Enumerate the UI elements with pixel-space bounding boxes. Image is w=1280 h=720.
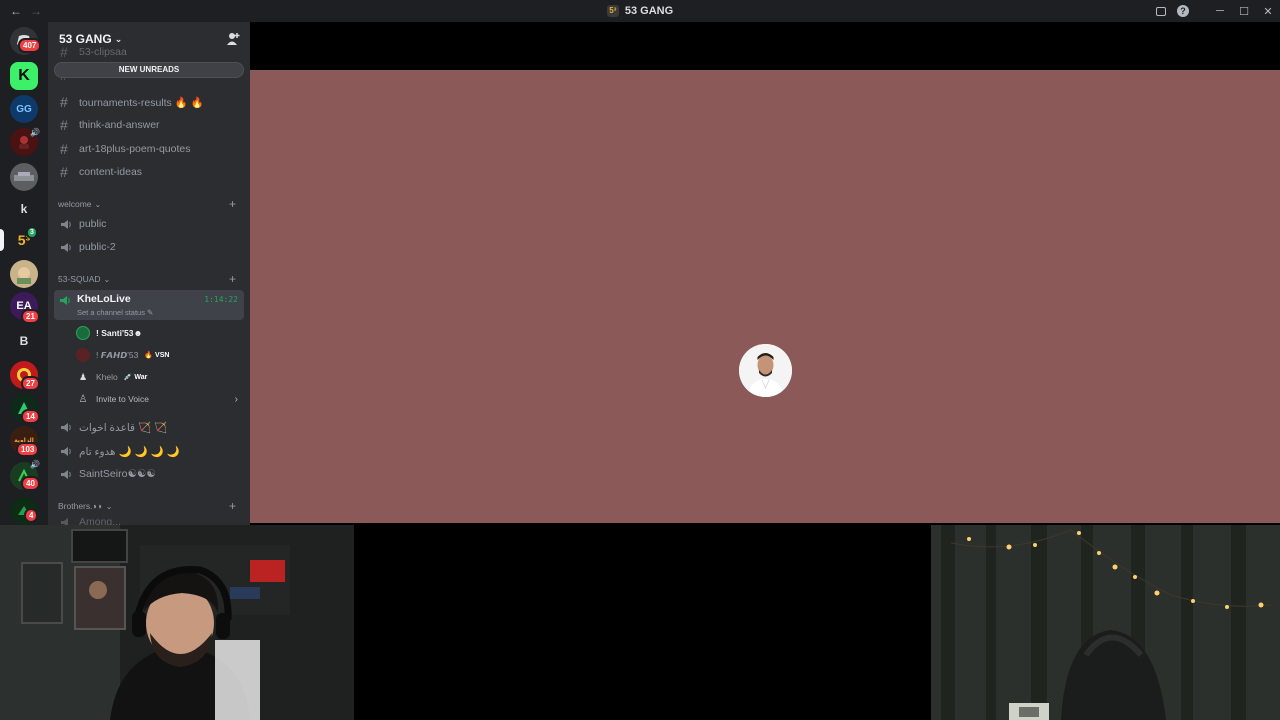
channel-art-quotes[interactable]: # art-18plus-poem-quotes — [54, 138, 244, 160]
voice-channel-arabic-2[interactable]: هدوء تام 🌙 🌙 🌙 🌙 — [54, 440, 244, 462]
server-mini-icon: 5³ — [606, 5, 619, 17]
server-b-icon[interactable]: B — [10, 327, 38, 355]
window-title-text: 53 GANG — [624, 5, 674, 17]
category-welcome[interactable]: welcome ⌄ + — [58, 197, 244, 211]
chevron-right-icon: › — [234, 393, 238, 405]
avatar — [76, 326, 90, 340]
webcam-right — [931, 525, 1280, 720]
server-green-badge: 14 — [21, 409, 40, 424]
server-red-badge: 27 — [21, 376, 40, 391]
avatar: ♟ — [78, 372, 88, 382]
maximize-button[interactable]: ☐ — [1232, 0, 1256, 22]
add-channel-icon[interactable]: + — [229, 272, 236, 286]
user-plus-icon: ♙ — [78, 393, 88, 405]
server-ea-badge: 21 — [21, 309, 40, 324]
voice-channel-faded[interactable]: Among... — [54, 517, 244, 525]
speaker-icon: 🔊 — [30, 128, 40, 137]
voice-channel-saintseiro[interactable]: SaintSeiro☯☯☯ — [54, 463, 244, 485]
title-bar-controls: ? ─ ☐ ✕ — [1150, 0, 1280, 22]
invite-to-voice-button[interactable]: ♙ Invite to Voice › — [76, 390, 238, 408]
close-button[interactable]: ✕ — [1256, 0, 1280, 22]
server-esports-badge: 4 — [24, 508, 39, 523]
participant-avatar[interactable] — [739, 344, 792, 397]
voice-channel-arabic-1[interactable]: قاعدة اخوات 🏹 🏹 — [54, 416, 244, 438]
category-brothers[interactable]: Brothers.◗◗ ⌄ + — [58, 499, 244, 513]
speaker-icon — [60, 242, 76, 253]
app-window: ← → 5³ 53 GANG ? ─ ☐ ✕ 407 K GG 🔊 k 5³ 3… — [0, 0, 1280, 720]
minimize-button[interactable]: ─ — [1208, 0, 1232, 22]
channel-status-setter[interactable]: Set a channel status ✎ — [77, 308, 153, 317]
add-channel-icon[interactable]: + — [229, 499, 236, 513]
speaker-icon: 🔊 — [30, 460, 40, 469]
chevron-down-icon: ⌄ — [105, 501, 113, 511]
channel-tournaments-results[interactable]: # tournaments-results 🔥 🔥 — [54, 91, 244, 113]
channel-sidebar: 53 GANG ⌄ # 53-clipsaa # 53-records☺☺ NE… — [48, 22, 250, 525]
avatar — [76, 348, 90, 362]
new-unreads-banner[interactable]: NEW UNREADS — [54, 62, 244, 78]
server-k-icon[interactable]: K — [10, 62, 38, 90]
channel-think-and-answer[interactable]: # think-and-answer — [54, 114, 244, 136]
channel-content-ideas[interactable]: # content-ideas — [54, 161, 244, 183]
hash-icon: # — [60, 117, 68, 133]
voice-call-stage — [250, 70, 1280, 523]
inbox-icon[interactable] — [1150, 0, 1172, 22]
forward-arrow-icon[interactable]: → — [30, 4, 42, 18]
speaker-muted-icon — [60, 469, 76, 480]
voice-channel-public[interactable]: public — [54, 213, 244, 235]
hash-icon: # — [60, 141, 68, 157]
speaker-icon — [60, 219, 76, 230]
speaker-muted-icon — [60, 446, 76, 457]
voice-member[interactable]: ♟ Khelo 💉 War — [76, 367, 147, 387]
chevron-down-icon: ⌄ — [94, 199, 102, 209]
selected-server-pill — [0, 229, 4, 251]
channel-faded-clips[interactable]: # 53-clipsaa — [54, 44, 244, 60]
back-arrow-icon[interactable]: ← — [10, 4, 22, 18]
server-rail: 407 K GG 🔊 k 5³ 3 EA 21 B 27 14 الزاوية … — [0, 22, 48, 525]
server-zawiya-badge: 103 — [16, 442, 40, 457]
voice-channel-khelolive[interactable]: KheLoLive 1:14:22 Set a channel status ✎ — [54, 290, 244, 320]
webcam-left — [0, 525, 354, 720]
title-bar: ← → 5³ 53 GANG ? ─ ☐ ✕ — [0, 0, 1280, 22]
chevron-down-icon: ⌄ — [103, 274, 111, 284]
voice-member[interactable]: ! 𝙁𝘼𝙃𝘿'53 🔥 VSN — [76, 345, 169, 365]
history-nav: ← → — [10, 4, 42, 18]
speaker-icon — [60, 517, 76, 525]
add-member-icon[interactable] — [226, 32, 240, 46]
hash-icon: # — [60, 164, 68, 180]
window-title: 5³ 53 GANG — [0, 0, 1280, 22]
add-channel-icon[interactable]: + — [229, 197, 236, 211]
mention-badge: 407 — [18, 38, 42, 53]
server-k-lower-icon[interactable]: k — [10, 195, 38, 223]
voice-member[interactable]: ! Santi'53☻ — [76, 323, 142, 343]
server-meme-icon[interactable] — [10, 260, 38, 288]
category-53-squad[interactable]: 53-SQUAD ⌄ + — [58, 272, 244, 286]
speaker-active-icon — [59, 293, 71, 311]
chevron-down-icon: ⌄ — [114, 33, 123, 44]
help-icon[interactable]: ? — [1172, 0, 1194, 22]
server-gg-icon[interactable]: GG — [10, 95, 38, 123]
server-voice-badge: 40 — [21, 476, 40, 491]
hash-icon: # — [60, 94, 68, 110]
server-53-badge: 3 — [26, 226, 38, 239]
voice-channel-public-2[interactable]: public-2 — [54, 236, 244, 258]
speaker-muted-icon — [60, 422, 76, 433]
hash-icon: # — [60, 44, 68, 60]
voice-channel-name: KheLoLive — [77, 293, 131, 305]
voice-timer: 1:14:22 — [204, 295, 238, 304]
server-gray-icon[interactable] — [10, 163, 38, 191]
